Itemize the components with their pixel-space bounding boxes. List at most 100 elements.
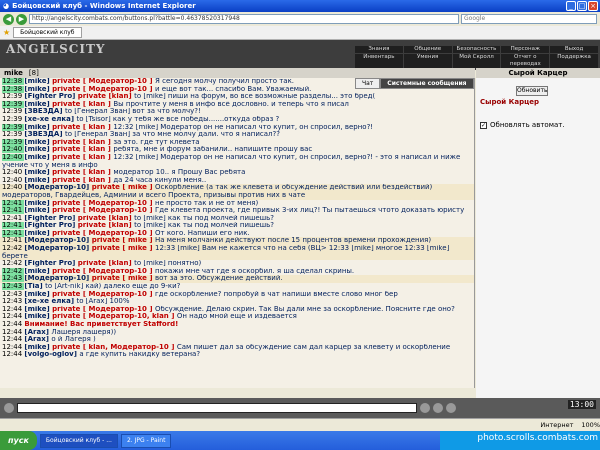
chat-recipient[interactable]: [klan] xyxy=(108,215,134,222)
menu-item[interactable]: Мой Скролл xyxy=(452,54,501,68)
chat-recipient[interactable]: [ klan ] xyxy=(83,101,113,108)
chat-nick[interactable]: [mike] xyxy=(24,139,52,146)
chat-nick[interactable]: [Fighter Pro] xyxy=(24,260,77,267)
chat-time[interactable]: 12:44 xyxy=(2,344,24,351)
chat-time[interactable]: 12:39 xyxy=(2,138,25,146)
chat-time[interactable]: 12:39 xyxy=(2,108,24,115)
chat-time[interactable]: 12:41 xyxy=(2,229,25,237)
chat-recipient[interactable]: [ Модератор-10 ] xyxy=(83,306,155,313)
menu-item[interactable]: Безопасность xyxy=(452,46,501,53)
chat-nick[interactable]: [ЗВЕЗДА] xyxy=(24,108,65,115)
chat-time[interactable]: 12:40 xyxy=(2,169,24,176)
chat-recipient[interactable]: [ klan, Модератор-10 ] xyxy=(83,344,177,351)
chat-recipient[interactable]: [klan] xyxy=(108,93,134,100)
chat-nick[interactable]: [mike] xyxy=(24,200,52,207)
chat-time[interactable]: 12:41 xyxy=(2,237,24,244)
chat-recipient[interactable]: [ Модератор-10 ] xyxy=(83,86,155,93)
chat-recipient[interactable]: [ mike ] xyxy=(122,275,155,282)
chat-time[interactable]: 12:44 xyxy=(2,336,24,343)
chat-recipient[interactable]: [ Модератор-10 ] xyxy=(83,230,155,237)
chat-nick[interactable]: [Tia] xyxy=(24,283,45,290)
chat-time[interactable]: 12:44 xyxy=(2,306,24,313)
chat-recipient[interactable]: [ mike ] xyxy=(122,245,155,252)
chat-nick[interactable]: [Fighter Pro] xyxy=(24,215,77,222)
chat-time[interactable]: 12:41 xyxy=(2,199,25,207)
chat-recipient[interactable]: [ Модератор-10 ] xyxy=(83,268,155,275)
chat-option-icon[interactable] xyxy=(4,403,14,413)
clear-icon[interactable] xyxy=(446,403,456,413)
chat-recipient[interactable]: [ mike ] xyxy=(122,237,155,244)
chat-time[interactable]: 12:38 xyxy=(2,85,25,93)
chat-nick[interactable]: [mike] xyxy=(24,207,52,214)
refresh-button[interactable]: Обновить xyxy=(516,86,548,96)
chat-nick[interactable]: [mike] xyxy=(24,101,52,108)
chat-time[interactable]: 12:44 xyxy=(2,351,24,358)
chat-nick[interactable]: [mike] xyxy=(24,146,52,153)
chat-recipient[interactable]: [ Модератор-10 ] xyxy=(83,78,155,85)
menu-item[interactable]: Умения xyxy=(403,54,452,68)
chat-recipient[interactable]: [klan] xyxy=(108,260,134,267)
chat-nick[interactable]: [mike] xyxy=(24,291,52,298)
menu-item[interactable]: Инвентарь xyxy=(355,54,403,68)
chat-nick[interactable]: [mike] xyxy=(24,306,52,313)
chat-time[interactable]: 12:43 xyxy=(2,298,24,305)
chat-nick[interactable]: [Arax] xyxy=(24,329,51,336)
menu-item[interactable]: Знания xyxy=(355,46,403,53)
chat-nick[interactable]: [mike] xyxy=(24,177,52,184)
chat-time[interactable]: 12:42 xyxy=(2,260,24,267)
chat-time[interactable]: 12:43 xyxy=(2,275,25,283)
chat-nick[interactable]: [mike] xyxy=(24,313,52,320)
chat-time[interactable]: 12:44 xyxy=(2,313,24,320)
chat-time[interactable]: 12:44 xyxy=(2,329,24,336)
chat-time[interactable]: 12:44 xyxy=(2,321,24,328)
chat-nick[interactable]: [mike] xyxy=(24,169,52,176)
send-icon[interactable] xyxy=(420,403,430,413)
chat-time[interactable]: 12:40 xyxy=(2,146,25,154)
chat-nick[interactable]: [mike] xyxy=(24,86,52,93)
auto-refresh-toggle[interactable]: ✓ Обновлять автомат. xyxy=(480,121,565,129)
chat-nick[interactable]: [mike] xyxy=(24,230,52,237)
chat-nick[interactable]: [mike] xyxy=(24,344,52,351)
menu-item[interactable]: Отчет о переводах xyxy=(501,54,550,68)
chat-nick[interactable]: [Модератор-10] xyxy=(24,237,91,244)
player-name[interactable]: mike xyxy=(4,69,23,77)
minimize-button[interactable]: _ xyxy=(566,1,576,11)
chat-input[interactable] xyxy=(17,403,417,413)
chat-time[interactable]: 12:39 xyxy=(2,100,25,108)
menu-item[interactable]: Поддержка xyxy=(550,54,598,68)
chat-nick[interactable]: [Fighter Pro] xyxy=(24,93,77,100)
chat-time[interactable]: 12:39 xyxy=(2,116,24,123)
chat-recipient[interactable]: [ klan ] xyxy=(83,177,113,184)
chat-recipient[interactable]: [ Модератор-10, klan ] xyxy=(83,313,177,320)
checkbox-icon[interactable]: ✓ xyxy=(480,121,487,129)
favorites-star-icon[interactable]: ★ xyxy=(3,28,10,37)
chat-nick[interactable]: [Модератор-10] xyxy=(24,245,91,252)
task-ie[interactable]: Бойцовский клуб - ... xyxy=(39,433,118,448)
close-button[interactable]: × xyxy=(588,1,598,11)
back-button[interactable]: ◀ xyxy=(3,13,14,25)
menu-item[interactable]: Персонаж xyxy=(501,46,550,53)
chat-time[interactable]: 12:43 xyxy=(2,283,25,291)
chat-nick[interactable]: [хе-хе елка] xyxy=(24,116,76,123)
url-field[interactable]: http://angelscity.combats.com/buttons.pl… xyxy=(29,14,459,24)
chat-time[interactable]: 12:41 xyxy=(2,215,24,222)
chat-nick[interactable]: [mike] xyxy=(24,124,52,131)
forward-button[interactable]: ▶ xyxy=(16,13,27,25)
maximize-button[interactable]: □ xyxy=(577,1,587,11)
chat-recipient[interactable]: [ Модератор-10 ] xyxy=(83,207,155,214)
chat-recipient[interactable]: [ Модератор-10 ] xyxy=(83,291,155,298)
chat-nick[interactable]: [Fighter Pro] xyxy=(24,222,77,229)
chat-log[interactable]: 12:38 [mike] private [ Модератор-10 ] Я … xyxy=(0,78,475,388)
search-field[interactable]: Google xyxy=(461,14,597,24)
chat-recipient[interactable]: [ klan ] xyxy=(83,124,113,131)
chat-time[interactable]: 12:39 xyxy=(2,93,24,100)
chat-nick[interactable]: [volgo-oglov] xyxy=(24,351,79,358)
chat-recipient[interactable]: [ klan ] xyxy=(83,169,113,176)
chat-recipient[interactable]: [ klan ] xyxy=(83,139,113,146)
chat-time[interactable]: 12:39 xyxy=(2,131,24,138)
chat-time[interactable]: 12:41 xyxy=(2,207,25,215)
chat-recipient[interactable]: [ Модератор-10 ] xyxy=(83,200,155,207)
chat-nick[interactable]: [mike] xyxy=(24,78,52,85)
chat-recipient[interactable]: [klan] xyxy=(108,222,134,229)
task-paint[interactable]: 2. JPG - Paint xyxy=(120,433,172,448)
